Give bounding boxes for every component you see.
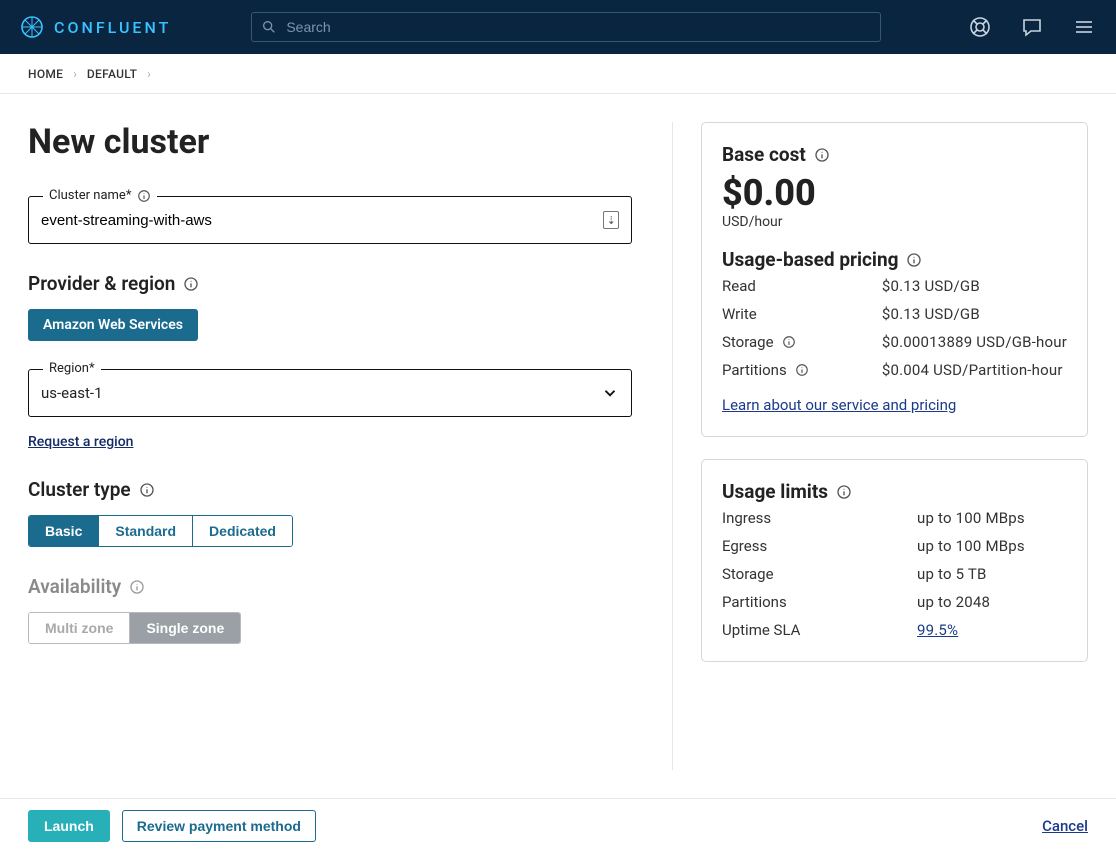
request-region-link[interactable]: Request a region xyxy=(28,434,133,450)
cluster-name-field: Cluster name* xyxy=(28,196,632,244)
availability-heading: Availability xyxy=(28,575,632,598)
base-cost-price: $0.00 xyxy=(722,172,1067,214)
limit-row-value: up to 5 TB xyxy=(917,565,1067,583)
pricing-row-value: $0.00013889 USD/GB-hour xyxy=(882,333,1067,351)
pricing-row-value: $0.004 USD/Partition-hour xyxy=(882,361,1067,379)
limits-rows: Ingressup to 100 MBpsEgressup to 100 MBp… xyxy=(722,509,1067,639)
info-icon[interactable] xyxy=(139,482,155,498)
info-icon[interactable] xyxy=(836,484,852,500)
base-cost-unit: USD/hour xyxy=(722,214,1067,230)
pricing-row-value: $0.13 USD/GB xyxy=(882,305,1067,323)
pricing-card: Base cost $0.00 USD/hour Usage-based pri… xyxy=(701,122,1088,437)
cluster-type-heading: Cluster type xyxy=(28,478,632,501)
chevron-right-icon: › xyxy=(147,67,151,81)
info-icon[interactable] xyxy=(183,276,199,292)
uptime-sla-link[interactable]: 99.5% xyxy=(917,621,958,639)
availability-multi-zone: Multi zone xyxy=(29,613,130,643)
cluster-name-input[interactable] xyxy=(41,212,603,229)
pricing-row-key: Storage xyxy=(722,333,882,351)
info-icon[interactable] xyxy=(814,147,830,163)
autofill-icon[interactable] xyxy=(603,211,619,229)
limit-row-value: 99.5% xyxy=(917,621,1067,639)
brand-text: CONFLUENT xyxy=(54,18,171,37)
breadcrumb-env[interactable]: DEFAULT xyxy=(87,67,137,81)
page-title: New cluster xyxy=(28,122,632,162)
cluster-type-segmented: BasicStandardDedicated xyxy=(28,515,293,547)
cluster-name-label: Cluster name* xyxy=(43,188,157,203)
region-label: Region* xyxy=(43,361,101,376)
help-icon[interactable] xyxy=(968,15,992,39)
learn-pricing-link[interactable]: Learn about our service and pricing xyxy=(722,396,956,414)
provider-aws-button[interactable]: Amazon Web Services xyxy=(28,309,198,341)
search-input[interactable] xyxy=(251,12,881,42)
review-payment-button[interactable]: Review payment method xyxy=(122,810,316,842)
base-cost-heading: Base cost xyxy=(722,143,1067,166)
info-icon[interactable] xyxy=(137,189,151,203)
pricing-row-key: Read xyxy=(722,277,882,295)
limit-row-key: Partitions xyxy=(722,593,917,611)
chevron-down-icon xyxy=(601,384,619,402)
feedback-icon[interactable] xyxy=(1020,15,1044,39)
info-icon[interactable] xyxy=(795,363,809,377)
pricing-row-key: Write xyxy=(722,305,882,323)
launch-button[interactable]: Launch xyxy=(28,810,110,842)
usage-limits-heading: Usage limits xyxy=(722,480,1067,503)
limit-row-value: up to 100 MBps xyxy=(917,509,1067,527)
limit-row-value: up to 100 MBps xyxy=(917,537,1067,555)
info-icon[interactable] xyxy=(906,252,922,268)
pricing-row-key: Partitions xyxy=(722,361,882,379)
confluent-logo-icon xyxy=(20,15,44,39)
summary-right: Base cost $0.00 USD/hour Usage-based pri… xyxy=(672,122,1088,770)
topbar: CONFLUENT xyxy=(0,0,1116,54)
availability-single-zone: Single zone xyxy=(130,613,240,643)
provider-region-heading: Provider & region xyxy=(28,272,632,295)
breadcrumb: HOME › DEFAULT › xyxy=(0,54,1116,94)
search xyxy=(251,12,881,42)
pricing-rows: Read$0.13 USD/GBWrite$0.13 USD/GBStorage… xyxy=(722,277,1067,379)
form-left: New cluster Cluster name* Provider & reg… xyxy=(28,122,672,770)
hamburger-menu-icon[interactable] xyxy=(1072,15,1096,39)
chevron-right-icon: › xyxy=(73,67,77,81)
main: New cluster Cluster name* Provider & reg… xyxy=(0,94,1116,798)
limit-row-key: Egress xyxy=(722,537,917,555)
info-icon[interactable] xyxy=(129,579,145,595)
footer: Launch Review payment method Cancel xyxy=(0,798,1116,852)
region-value: us-east-1 xyxy=(41,384,601,402)
limit-row-value: up to 2048 xyxy=(917,593,1067,611)
search-icon xyxy=(261,19,277,35)
limit-row-key: Storage xyxy=(722,565,917,583)
info-icon[interactable] xyxy=(782,335,796,349)
cluster-type-basic[interactable]: Basic xyxy=(29,516,99,546)
region-field: Region* us-east-1 xyxy=(28,369,632,417)
cancel-link[interactable]: Cancel xyxy=(1042,817,1088,835)
breadcrumb-home[interactable]: HOME xyxy=(28,67,63,81)
limit-row-key: Ingress xyxy=(722,509,917,527)
cluster-type-dedicated[interactable]: Dedicated xyxy=(193,516,292,546)
cluster-type-standard[interactable]: Standard xyxy=(99,516,193,546)
availability-segmented: Multi zoneSingle zone xyxy=(28,612,241,644)
region-select[interactable]: Region* us-east-1 xyxy=(28,369,632,417)
usage-pricing-heading: Usage-based pricing xyxy=(722,248,1067,271)
pricing-row-value: $0.13 USD/GB xyxy=(882,277,1067,295)
limits-card: Usage limits Ingressup to 100 MBpsEgress… xyxy=(701,459,1088,662)
brand[interactable]: CONFLUENT xyxy=(20,15,171,39)
limit-row-key: Uptime SLA xyxy=(722,621,917,639)
